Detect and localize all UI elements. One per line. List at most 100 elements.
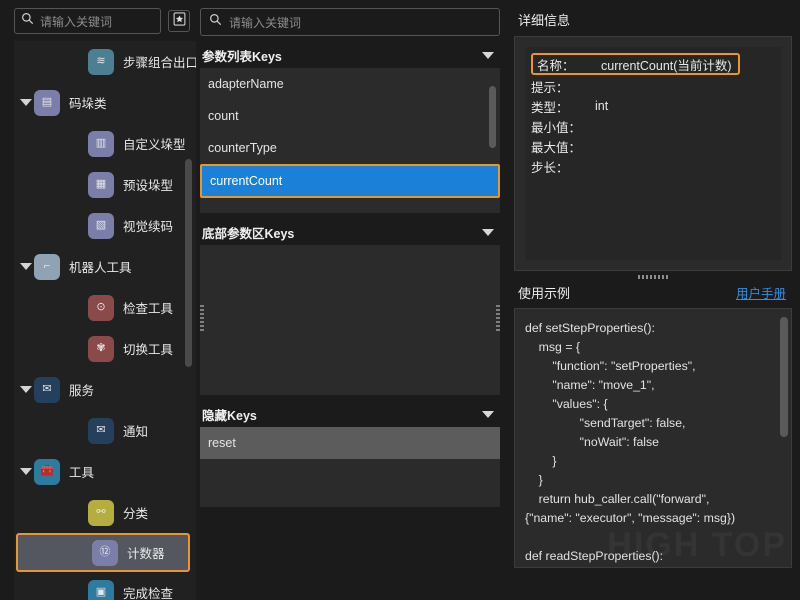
- tree-item-7[interactable]: ✾ 切换工具: [14, 328, 196, 369]
- chevron-down-icon[interactable]: [482, 229, 494, 236]
- palletizing-icon: ▤: [34, 90, 60, 116]
- sidebar-search-box[interactable]: 请输入关键词: [14, 8, 161, 34]
- section-header-2[interactable]: 隐藏Keys: [200, 401, 500, 427]
- detail-row-wrap: 最大值：: [531, 136, 775, 156]
- tree-item-4[interactable]: ▧ 视觉续码: [14, 205, 196, 246]
- code-scrollbar-thumb[interactable]: [780, 317, 788, 437]
- tree-item-9[interactable]: ✉ 通知: [14, 410, 196, 451]
- detail-row-wrap: 步长：: [531, 156, 775, 176]
- tree-item-12[interactable]: ⑫计数器: [16, 533, 190, 572]
- tree-item-label: 工具: [69, 462, 94, 481]
- caret-expanded-icon[interactable]: [18, 263, 34, 270]
- detail-row-key: 名称：: [537, 55, 593, 74]
- section-header-0[interactable]: 参数列表Keys: [200, 42, 500, 68]
- sidebar-search-row: 请输入关键词: [0, 0, 196, 40]
- detail-row-value: int: [595, 99, 608, 113]
- tree-scroll-content: ≋步骤组合出口 ▤ 码垛类 ▥ 自定义垛型 ▦预设垛型 ▧ 视觉续码 ⌐机器人工具 ⊙ 检查工具 ✾ 切…: [14, 41, 196, 600]
- splitter-grip-icon: [638, 275, 668, 279]
- tree-item-1[interactable]: ▤ 码垛类: [14, 82, 196, 123]
- tree-item-3[interactable]: ▦预设垛型: [14, 164, 196, 205]
- sidebar-scrollbar-thumb[interactable]: [185, 159, 192, 367]
- inspect-tool-icon: ⊙: [88, 295, 114, 321]
- tree-item-6[interactable]: ⊙ 检查工具: [14, 287, 196, 328]
- caret-expanded-icon[interactable]: [18, 386, 34, 393]
- search-icon: [21, 12, 34, 30]
- caret-expanded-icon[interactable]: [18, 99, 34, 106]
- section-title: 隐藏Keys: [202, 405, 257, 424]
- finish-check-icon: ▣: [88, 580, 114, 600]
- classify-icon: ⚯: [88, 500, 114, 526]
- key-item[interactable]: currentCount: [200, 164, 500, 198]
- custom-pallet-icon: ▥: [88, 131, 114, 157]
- left-sidebar: 请输入关键词 ≋步骤组合出口 ▤ 码垛类 ▥ 自定义垛型 ▦预设垛型 ▧ 视觉续码 ⌐机器人工具…: [0, 0, 196, 600]
- chevron-down-icon[interactable]: [482, 411, 494, 418]
- tree-item-label: 码垛类: [69, 93, 107, 112]
- key-list-2[interactable]: reset: [200, 427, 500, 507]
- key-item[interactable]: counterType: [200, 132, 500, 164]
- tree-item-8[interactable]: ✉服务: [14, 369, 196, 410]
- chevron-down-icon: [20, 468, 32, 475]
- section-header-1[interactable]: 底部参数区Keys: [200, 219, 500, 245]
- component-tree[interactable]: ≋步骤组合出口 ▤ 码垛类 ▥ 自定义垛型 ▦预设垛型 ▧ 视觉续码 ⌐机器人工具 ⊙ 检查工具 ✾ 切…: [14, 41, 196, 600]
- usage-title: 使用示例: [518, 283, 570, 302]
- detail-row-key: 步长：: [531, 157, 587, 176]
- panel-splitter[interactable]: [514, 271, 792, 283]
- resize-grip-right-icon[interactable]: [496, 305, 500, 331]
- detail-row-1: 提示：: [531, 76, 775, 96]
- tree-item-13[interactable]: ▣ 完成检查: [14, 572, 196, 600]
- user-manual-link[interactable]: 用户手册: [736, 283, 786, 302]
- section-title: 参数列表Keys: [202, 46, 282, 65]
- detail-panel-title: 详细信息: [518, 10, 792, 29]
- detail-box: 名称：currentCount(当前计数)提示：类型： int 最小值：最大值：步长…: [514, 36, 792, 271]
- star-bookmark-icon: [173, 12, 186, 31]
- search-icon: [209, 13, 222, 31]
- chevron-down-icon: [20, 386, 32, 393]
- chevron-down-icon: [20, 99, 32, 106]
- resize-grip-left-icon[interactable]: [200, 305, 204, 331]
- chevron-down-icon[interactable]: [482, 52, 494, 59]
- detail-row-key: 类型：: [531, 97, 587, 116]
- tree-item-label: 自定义垛型: [123, 134, 186, 153]
- key-list-scrollbar-thumb[interactable]: [489, 86, 496, 148]
- tree-item-label: 通知: [123, 421, 148, 440]
- detail-row-2: 类型： int: [531, 96, 775, 116]
- tree-item-label: 切换工具: [123, 339, 173, 358]
- usage-header: 使用示例 用户手册: [514, 283, 792, 302]
- tree-item-label: 视觉续码: [123, 216, 173, 235]
- keys-search-placeholder: 请输入关键词: [229, 14, 301, 31]
- preset-pallet-icon: ▦: [88, 172, 114, 198]
- tree-item-label: 检查工具: [123, 298, 173, 317]
- vision-pallet-icon: ▧: [88, 213, 114, 239]
- caret-expanded-icon[interactable]: [18, 468, 34, 475]
- detail-row-wrap: 最小值：: [531, 116, 775, 136]
- detail-fields: 名称：currentCount(当前计数)提示：类型： int 最小值：最大值：步长…: [525, 47, 781, 260]
- tree-item-0[interactable]: ≋步骤组合出口: [14, 41, 196, 82]
- key-item[interactable]: count: [200, 100, 500, 132]
- detail-row-wrap: 提示：: [531, 76, 775, 96]
- tree-item-label: 步骤组合出口: [123, 52, 196, 71]
- keys-search-box[interactable]: 请输入关键词: [200, 8, 500, 36]
- key-item[interactable]: reset: [200, 427, 500, 459]
- tree-item-5[interactable]: ⌐机器人工具: [14, 246, 196, 287]
- detail-row-wrap: 名称：currentCount(当前计数): [531, 53, 775, 76]
- tree-item-label: 完成检查: [123, 583, 173, 600]
- detail-row-0: 名称：currentCount(当前计数): [531, 53, 740, 75]
- detail-row-5: 步长：: [531, 156, 775, 176]
- detail-row-3: 最小值：: [531, 116, 775, 136]
- toolbox-icon: 🧰: [34, 459, 60, 485]
- usage-code-box[interactable]: def setStepProperties(): msg = { "functi…: [514, 308, 792, 568]
- key-list-1[interactable]: [200, 245, 500, 395]
- tree-item-label: 分类: [123, 503, 148, 522]
- tree-item-label: 服务: [69, 380, 94, 399]
- key-item[interactable]: adapterName: [200, 68, 500, 100]
- usage-code-text: def setStepProperties(): msg = { "functi…: [521, 315, 785, 568]
- switch-tool-icon: ✾: [88, 336, 114, 362]
- tree-item-2[interactable]: ▥ 自定义垛型: [14, 123, 196, 164]
- tree-item-10[interactable]: 🧰 工具: [14, 451, 196, 492]
- favorite-button[interactable]: [168, 10, 190, 32]
- notify-icon: ✉: [88, 418, 114, 444]
- tree-item-11[interactable]: ⚯ 分类: [14, 492, 196, 533]
- key-list-0[interactable]: adapterNamecountcounterTypecurrentCount: [200, 68, 500, 213]
- keys-sections: 参数列表Keys adapterNamecountcounterTypecurre…: [200, 42, 500, 507]
- sidebar-search-placeholder: 请输入关键词: [40, 13, 112, 30]
